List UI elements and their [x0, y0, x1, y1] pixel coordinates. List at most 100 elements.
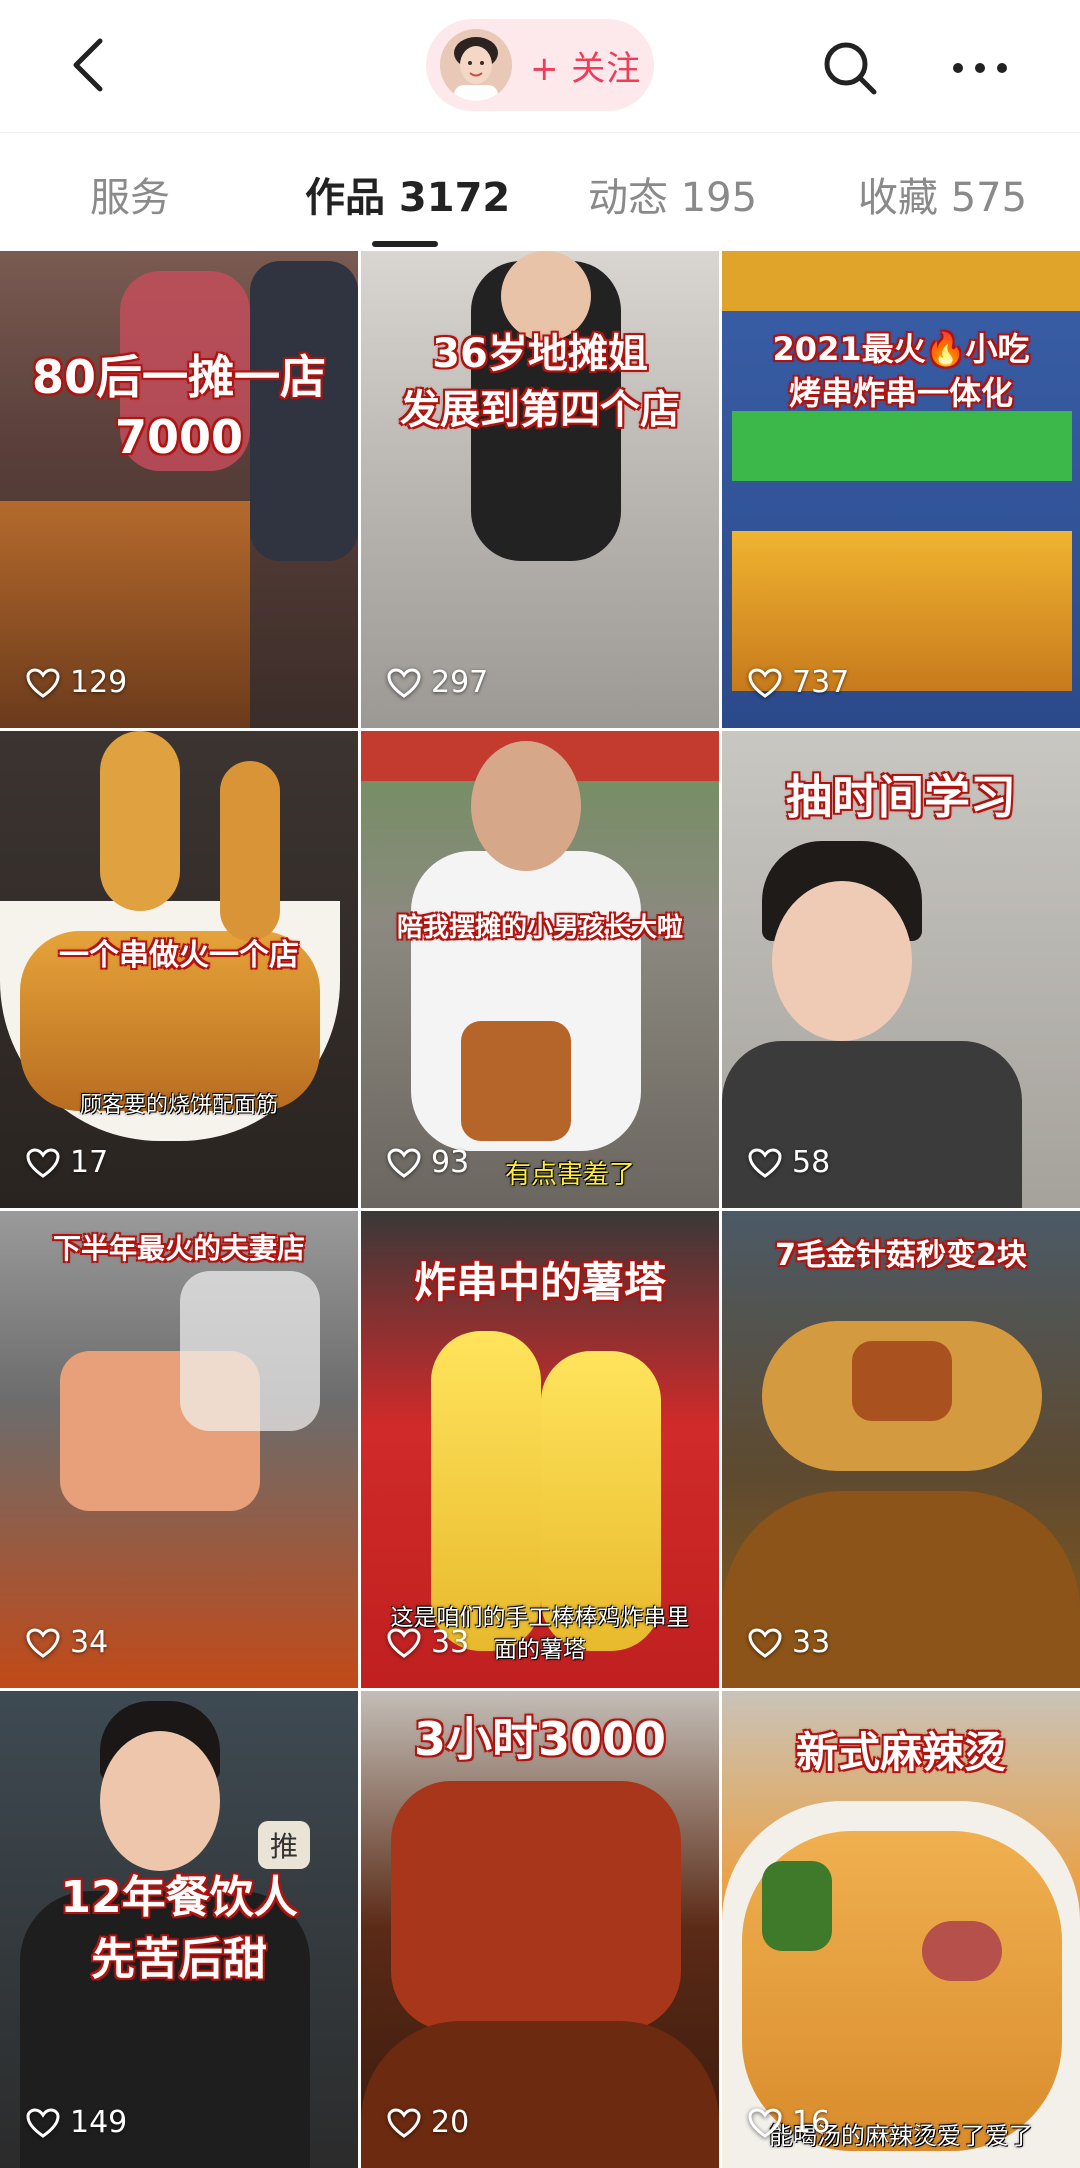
- heart-icon: [748, 2107, 782, 2138]
- face-image: [471, 741, 581, 871]
- video-caption: 下半年最火的夫妻店: [52, 1231, 306, 1265]
- video-caption: 炸串中的薯塔: [413, 1257, 667, 1308]
- video-tile[interactable]: 2021最火🔥小吃 烤串炸串一体化 737: [722, 251, 1080, 728]
- video-caption: 12年餐饮人: [59, 1871, 298, 1923]
- video-tile[interactable]: 一个串做火一个店 顾客要的烧饼配面筋 17: [0, 731, 358, 1208]
- like-count: 58: [748, 1145, 830, 1180]
- like-count: 33: [387, 1625, 469, 1660]
- follow-button[interactable]: + 关注: [426, 19, 654, 111]
- potato-tower-image: [431, 1331, 541, 1651]
- video-caption: 7毛金针菇秒变2块: [774, 1238, 1028, 1274]
- like-count: 34: [26, 1625, 108, 1660]
- back-button[interactable]: [58, 30, 118, 100]
- search-button[interactable]: [818, 36, 882, 100]
- face-image: [772, 881, 912, 1041]
- heart-icon: [748, 667, 782, 698]
- active-tab-indicator: [372, 241, 438, 247]
- heart-icon: [387, 1627, 421, 1658]
- avatar[interactable]: [440, 29, 512, 101]
- food-image: [180, 1271, 320, 1431]
- like-count-value: 149: [70, 2105, 128, 2140]
- video-caption: 80后一摊一店: [31, 350, 327, 405]
- skewer-image: [391, 1781, 681, 2031]
- like-count: 297: [387, 665, 488, 700]
- person-image: [722, 1041, 1022, 1208]
- like-count-value: 20: [431, 2105, 470, 2140]
- like-count: 737: [748, 665, 849, 700]
- heart-icon: [26, 1627, 60, 1658]
- like-count: 33: [748, 1625, 830, 1660]
- sausage-image: [922, 1921, 1002, 1981]
- like-count: 20: [387, 2105, 469, 2140]
- like-count-value: 33: [431, 1625, 470, 1660]
- like-count-value: 737: [792, 665, 850, 700]
- fire-icon: 🔥: [925, 330, 967, 369]
- skewer-image: [220, 761, 280, 941]
- video-caption: 发展到第四个店: [399, 386, 681, 434]
- face-image: [501, 251, 591, 341]
- video-tile[interactable]: 新式麻辣烫 能喝汤的麻辣烫爱了爱了 16: [722, 1691, 1080, 2168]
- food-tray-image: [722, 251, 1080, 311]
- like-count: 93: [387, 1145, 469, 1180]
- video-tile[interactable]: 36岁地摊姐 发展到第四个店 297: [361, 251, 719, 728]
- tab-activity[interactable]: 动态 195: [588, 165, 757, 223]
- video-caption: 2021最火🔥小吃: [772, 330, 1031, 369]
- like-count-value: 93: [431, 1145, 470, 1180]
- like-count-value: 58: [792, 1145, 831, 1180]
- video-caption: 抽时间学习: [785, 770, 1017, 825]
- face-image: [100, 1731, 220, 1871]
- like-count-value: 33: [792, 1625, 831, 1660]
- video-tile[interactable]: 下半年最火的夫妻店 34: [0, 1211, 358, 1688]
- heart-icon: [26, 667, 60, 698]
- heart-icon: [748, 1147, 782, 1178]
- video-tile[interactable]: 炸串中的薯塔 这是咱们的手工棒棒鸡炸串里 面的薯塔 33: [361, 1211, 719, 1688]
- video-tile[interactable]: 推 12年餐饮人 先苦后甜 149: [0, 1691, 358, 2168]
- like-count-value: 129: [70, 665, 128, 700]
- heart-icon: [387, 1147, 421, 1178]
- video-tile[interactable]: 80后一摊一店 7000 129: [0, 251, 358, 728]
- video-tile[interactable]: 7毛金针菇秒变2块 33: [722, 1211, 1080, 1688]
- tab-favorites[interactable]: 收藏 575: [858, 165, 1027, 223]
- like-count: 16: [748, 2105, 830, 2140]
- video-subcaption: 顾客要的烧饼配面筋: [79, 1093, 278, 1118]
- video-caption: 新式麻辣烫: [795, 1727, 1007, 1778]
- heart-icon: [26, 1147, 60, 1178]
- video-tile[interactable]: 3小时3000 20: [361, 1691, 719, 2168]
- video-caption: 陪我摆摊的小男孩长大啦: [396, 912, 684, 944]
- like-count: 17: [26, 1145, 108, 1180]
- tab-works[interactable]: 作品 3172: [305, 165, 510, 223]
- like-count: 149: [26, 2105, 127, 2140]
- search-icon: [824, 42, 877, 95]
- heart-icon: [748, 1627, 782, 1658]
- like-count-value: 16: [792, 2105, 831, 2140]
- like-count-value: 34: [70, 1625, 109, 1660]
- heart-icon: [387, 667, 421, 698]
- video-tile[interactable]: 抽时间学习 58: [722, 731, 1080, 1208]
- sauce-pot-image: [361, 2021, 719, 2168]
- skewer-image: [461, 1021, 571, 1141]
- video-tile[interactable]: 陪我摆摊的小男孩长大啦 有点害羞了 93: [361, 731, 719, 1208]
- more-button[interactable]: [948, 36, 1012, 100]
- top-bar: + 关注: [0, 0, 1080, 132]
- food-tray-image: [732, 411, 1072, 481]
- more-icon: [953, 63, 1007, 73]
- like-count-value: 297: [431, 665, 489, 700]
- heart-icon: [387, 2107, 421, 2138]
- skewer-image: [852, 1341, 952, 1421]
- skewer-image: [100, 731, 180, 911]
- follow-label: + 关注: [530, 48, 642, 89]
- video-caption: 一个串做火一个店: [58, 938, 300, 974]
- like-count: 129: [26, 665, 127, 700]
- like-count-value: 17: [70, 1145, 109, 1180]
- profile-tabs: 服务 作品 3172 动态 195 收藏 575: [0, 132, 1080, 249]
- vegetable-image: [762, 1861, 832, 1951]
- video-caption: 先苦后甜: [90, 1933, 268, 1985]
- video-caption: 7000: [114, 410, 244, 465]
- video-caption: 烤串炸串一体化: [788, 374, 1014, 413]
- tab-services[interactable]: 服务: [90, 165, 170, 223]
- video-caption: 36岁地摊姐: [431, 330, 649, 378]
- heart-icon: [26, 2107, 60, 2138]
- recommend-badge: 推: [258, 1821, 311, 1869]
- back-icon: [73, 38, 103, 92]
- video-caption: 3小时3000: [413, 1712, 667, 1767]
